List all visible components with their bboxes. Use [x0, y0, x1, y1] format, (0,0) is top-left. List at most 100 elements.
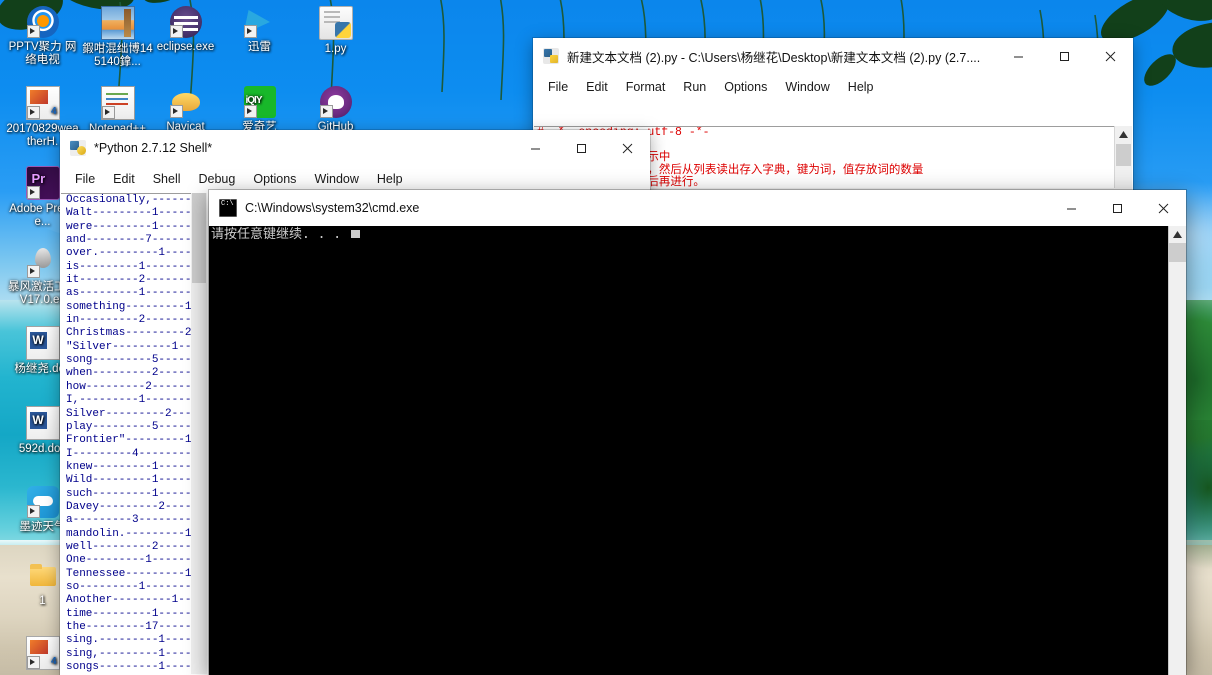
shell-output-line: and---------7---------2 — [66, 234, 191, 247]
storm-icon — [26, 246, 59, 278]
shortcut-arrow-icon — [26, 186, 40, 199]
shell-output-line: so---------1---------20 — [66, 580, 191, 593]
shell-menu-help[interactable]: Help — [368, 169, 412, 189]
shortcut-arrow-icon — [243, 105, 257, 118]
editor-menu-help[interactable]: Help — [839, 77, 883, 97]
shell-menu-file[interactable]: File — [66, 169, 104, 189]
shell-minimize-button[interactable] — [512, 130, 558, 166]
npp-icon — [100, 86, 135, 120]
shortcut-arrow-icon — [26, 505, 40, 518]
iqiyi-icon — [243, 86, 276, 118]
desktop-icon-navicat[interactable]: Navicat — [148, 86, 223, 134]
pic-icon — [25, 636, 60, 670]
shell-close-button[interactable] — [604, 130, 650, 166]
shell-menu-options[interactable]: Options — [244, 169, 305, 189]
shell-maximize-button[interactable] — [558, 130, 604, 166]
desktop-icon-pptv[interactable]: PPTV聚力 网络电视 — [5, 6, 80, 67]
desktop-icon-1-py[interactable]: 1.py — [298, 6, 373, 56]
shortcut-arrow-icon — [26, 265, 40, 278]
desktop-icon-github[interactable]: GitHub — [298, 86, 373, 134]
shell-output-line: sing,---------1--------- — [66, 647, 191, 660]
word-icon — [25, 406, 60, 440]
shell-output-line: how---------2---------2 — [66, 380, 191, 393]
shell-output-line: Another---------1--------- — [66, 594, 191, 607]
shortcut-arrow-icon — [26, 656, 40, 669]
shortcut-arrow-icon — [26, 106, 40, 119]
shell-menu-debug[interactable]: Debug — [190, 169, 245, 189]
cmd-cursor — [351, 230, 361, 238]
shell-output-line: were---------1---------20 — [66, 220, 191, 233]
cmd-maximize-button[interactable] — [1094, 190, 1140, 226]
python-idle-icon — [543, 48, 559, 64]
shell-output-line: something---------1---------20 — [66, 300, 191, 313]
desktop-icon-label: eclipse.exe — [156, 41, 215, 53]
editor-window-controls — [995, 38, 1133, 74]
scroll-up-arrow-icon[interactable] — [1169, 226, 1186, 243]
desktop-icon-xunlei[interactable]: 迅雷 — [222, 6, 297, 54]
editor-menu-options[interactable]: Options — [715, 77, 776, 97]
cmd-close-button[interactable] — [1140, 190, 1186, 226]
shell-output-line: Occasionally,---------1---------206 — [66, 194, 191, 206]
shell-vertical-scrollbar[interactable] — [191, 193, 207, 674]
github-icon — [319, 86, 352, 118]
cmd-titlebar[interactable]: C:\Windows\system32\cmd.exe — [209, 190, 1186, 226]
desktop-icon-rar-archive[interactable]: 鍜咁混绌博145140鎿... — [80, 6, 155, 69]
desktop-icon-iqiyi[interactable]: 爱奇艺 — [222, 86, 297, 134]
desktop-icon-label: PPTV聚力 网络电视 — [8, 41, 77, 66]
shell-menubar[interactable]: File Edit Shell Debug Options Window Help — [60, 166, 650, 192]
editor-scroll-thumb[interactable] — [1116, 144, 1131, 166]
shell-scroll-thumb[interactable] — [192, 193, 206, 283]
shell-output-line: mandolin.---------1--------- — [66, 527, 191, 540]
desktop-icon-notepadpp[interactable]: Notepad++ — [80, 86, 155, 136]
shell-output-line: the---------17--------- — [66, 621, 191, 633]
shell-output-line: Tennessee---------1--------- — [66, 567, 191, 580]
desktop-icon-label: 迅雷 — [248, 41, 271, 53]
shell-output-line: sing.---------1--------- — [66, 634, 191, 647]
shell-output-line: over.---------1---------20 — [66, 247, 191, 260]
editor-vertical-scrollbar[interactable] — [1114, 126, 1132, 188]
editor-titlebar[interactable]: 新建文本文档 (2).py - C:\Users\杨继花\Desktop\新建文… — [533, 38, 1133, 74]
shortcut-arrow-icon — [169, 105, 183, 118]
shell-output-area[interactable]: Occasionally,---------1---------206Walt-… — [61, 193, 191, 674]
shortcut-arrow-icon — [319, 105, 333, 118]
editor-menu-format[interactable]: Format — [617, 77, 675, 97]
python-idle-icon — [70, 140, 86, 156]
shell-output-line: Davey---------2--------- — [66, 500, 191, 513]
editor-window-title: 新建文本文档 (2).py - C:\Users\杨继花\Desktop\新建文… — [567, 50, 981, 65]
cmd-scroll-thumb[interactable] — [1169, 243, 1186, 262]
shell-output-line: as---------1---------20 — [66, 287, 191, 300]
cmd-vertical-scrollbar[interactable] — [1168, 226, 1186, 675]
rar-icon — [100, 6, 135, 40]
shell-window-title: *Python 2.7.12 Shell* — [94, 141, 213, 155]
command-prompt-window[interactable]: C:\Windows\system32\cmd.exe 请按任意键继续. . . — [209, 190, 1186, 675]
shortcut-arrow-icon — [26, 25, 40, 38]
cmd-minimize-button[interactable] — [1048, 190, 1094, 226]
editor-menu-window[interactable]: Window — [776, 77, 838, 97]
editor-maximize-button[interactable] — [1041, 38, 1087, 74]
cmd-window-controls — [1048, 190, 1186, 226]
shell-menu-window[interactable]: Window — [305, 169, 367, 189]
editor-menubar[interactable]: File Edit Format Run Options Window Help — [533, 74, 1133, 100]
shell-output-line: Christmas---------2--------- — [66, 327, 191, 340]
scroll-up-arrow-icon[interactable] — [1115, 126, 1132, 143]
shell-output-line: such---------1--------- — [66, 487, 191, 500]
editor-close-button[interactable] — [1087, 38, 1133, 74]
shell-titlebar[interactable]: *Python 2.7.12 Shell* — [60, 130, 650, 166]
shell-output-line: Silver---------2--------- — [66, 407, 191, 420]
editor-menu-edit[interactable]: Edit — [577, 77, 617, 97]
shell-output-line: I,---------1---------20 — [66, 394, 191, 407]
shell-output-line: well---------2--------- — [66, 540, 191, 553]
editor-menu-file[interactable]: File — [539, 77, 577, 97]
editor-minimize-button[interactable] — [995, 38, 1041, 74]
shell-output-line: play---------5--------- — [66, 420, 191, 433]
editor-menu-run[interactable]: Run — [674, 77, 715, 97]
shell-menu-edit[interactable]: Edit — [104, 169, 144, 189]
shell-menu-shell[interactable]: Shell — [144, 169, 190, 189]
shell-window-controls — [512, 130, 650, 166]
desktop-icon-eclipse[interactable]: eclipse.exe — [148, 6, 223, 54]
cmd-console-output[interactable]: 请按任意键继续. . . — [209, 226, 1186, 675]
folder-icon — [27, 560, 59, 592]
navicat-icon — [169, 86, 202, 118]
weather-icon — [26, 486, 59, 518]
pr-icon — [25, 166, 60, 200]
